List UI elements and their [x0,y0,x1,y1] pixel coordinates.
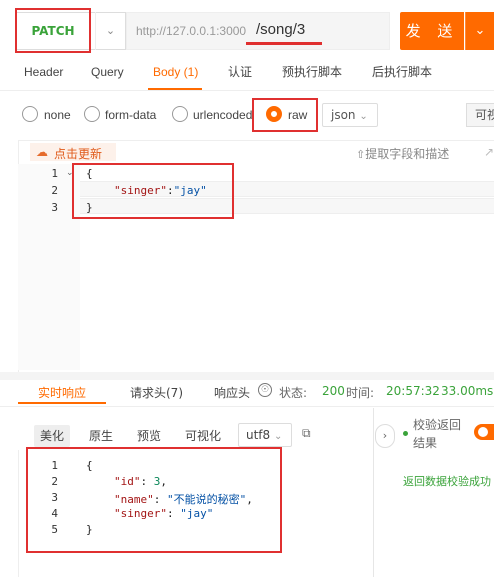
refresh-icon: ☁ [36,145,48,159]
beautify-button[interactable]: 可视 [466,103,494,127]
format-select[interactable]: json ⌄ [322,103,378,127]
extract-fields-button[interactable]: ⇧提取字段和描述 [356,145,449,162]
annotation-box [252,98,318,132]
copy-icon[interactable]: ⧉ [302,426,316,442]
view-tab-preview[interactable]: 预览 [131,425,167,447]
line-number: 2 [51,184,58,197]
tab-post-script[interactable]: 后执行脚本 [372,64,432,86]
divider [18,450,19,577]
tab-request-headers[interactable]: 请求头(7) [130,384,183,401]
view-tab-pretty[interactable]: 美化 [34,425,71,447]
encoding-select-value: utf8 [246,428,271,442]
tab-header[interactable]: Header [24,64,63,86]
radio-none[interactable] [22,106,38,122]
tab-query[interactable]: Query [91,64,124,86]
tab-response-headers[interactable]: 响应头 [214,384,250,401]
globe-icon[interactable]: ☉ [258,383,272,397]
radio-form-data-label: form-data [105,108,157,122]
tab-body[interactable]: Body (1) [153,64,198,86]
view-tab-raw[interactable]: 原生 [83,425,119,447]
validate-status-dot [403,431,408,436]
toggle-knob[interactable] [478,427,488,437]
tab-auth[interactable]: 认证 [228,64,252,86]
extract-fields-label: 提取字段和描述 [365,147,450,161]
validate-label: 校验返回结果 [413,418,462,450]
view-tab-visualize[interactable]: 可视化 [179,425,227,447]
chevron-down-icon: ⌄ [274,431,283,442]
radio-urlencoded[interactable] [172,106,188,122]
radio-form-data[interactable] [84,106,100,122]
tab-live-response[interactable]: 实时响应 [38,384,86,401]
send-button[interactable]: 发 送 [400,12,464,50]
divider [0,406,494,407]
url-base[interactable]: http://127.0.0.1:3000 [136,24,246,38]
format-select-value: json [331,108,356,122]
chevron-down-icon[interactable]: ⌄ [95,12,125,50]
status-label: 状态: [279,386,308,400]
hot-update-label[interactable]: 点击更新 [54,145,102,162]
collapse-panel-button[interactable]: › [375,424,395,448]
encoding-select[interactable]: utf8 ⌄ [238,423,292,447]
divider [0,90,494,91]
panel-splitter[interactable] [373,408,374,577]
section-separator [0,372,494,380]
time-value: 20:57:32 [386,384,440,398]
more-icon[interactable]: ↗ [484,145,494,159]
radio-none-label: none [44,108,71,122]
radio-urlencoded-label: urlencoded [193,108,253,122]
annotation-underline [246,42,322,45]
chevron-down-icon: ⌄ [359,111,368,122]
line-number: 1 [51,167,58,180]
tab-pre-script[interactable]: 预执行脚本 [282,64,342,86]
annotation-box [26,447,282,553]
upload-icon: ⇧ [356,148,366,161]
line-number: 3 [51,201,58,214]
send-options-chevron-icon[interactable]: ⌄ [465,12,494,50]
status-value: 200 [322,384,345,398]
annotation-box [72,163,234,219]
time-label: 时间: [346,386,375,400]
annotation-box [15,8,91,53]
validate-result-link[interactable]: 返回数据校验成功 [403,473,491,489]
duration-value: 33.00ms [441,384,494,398]
chevron-right-icon: › [382,429,388,442]
url-path[interactable]: /song/3 [256,21,305,38]
active-tab-indicator [18,402,106,404]
